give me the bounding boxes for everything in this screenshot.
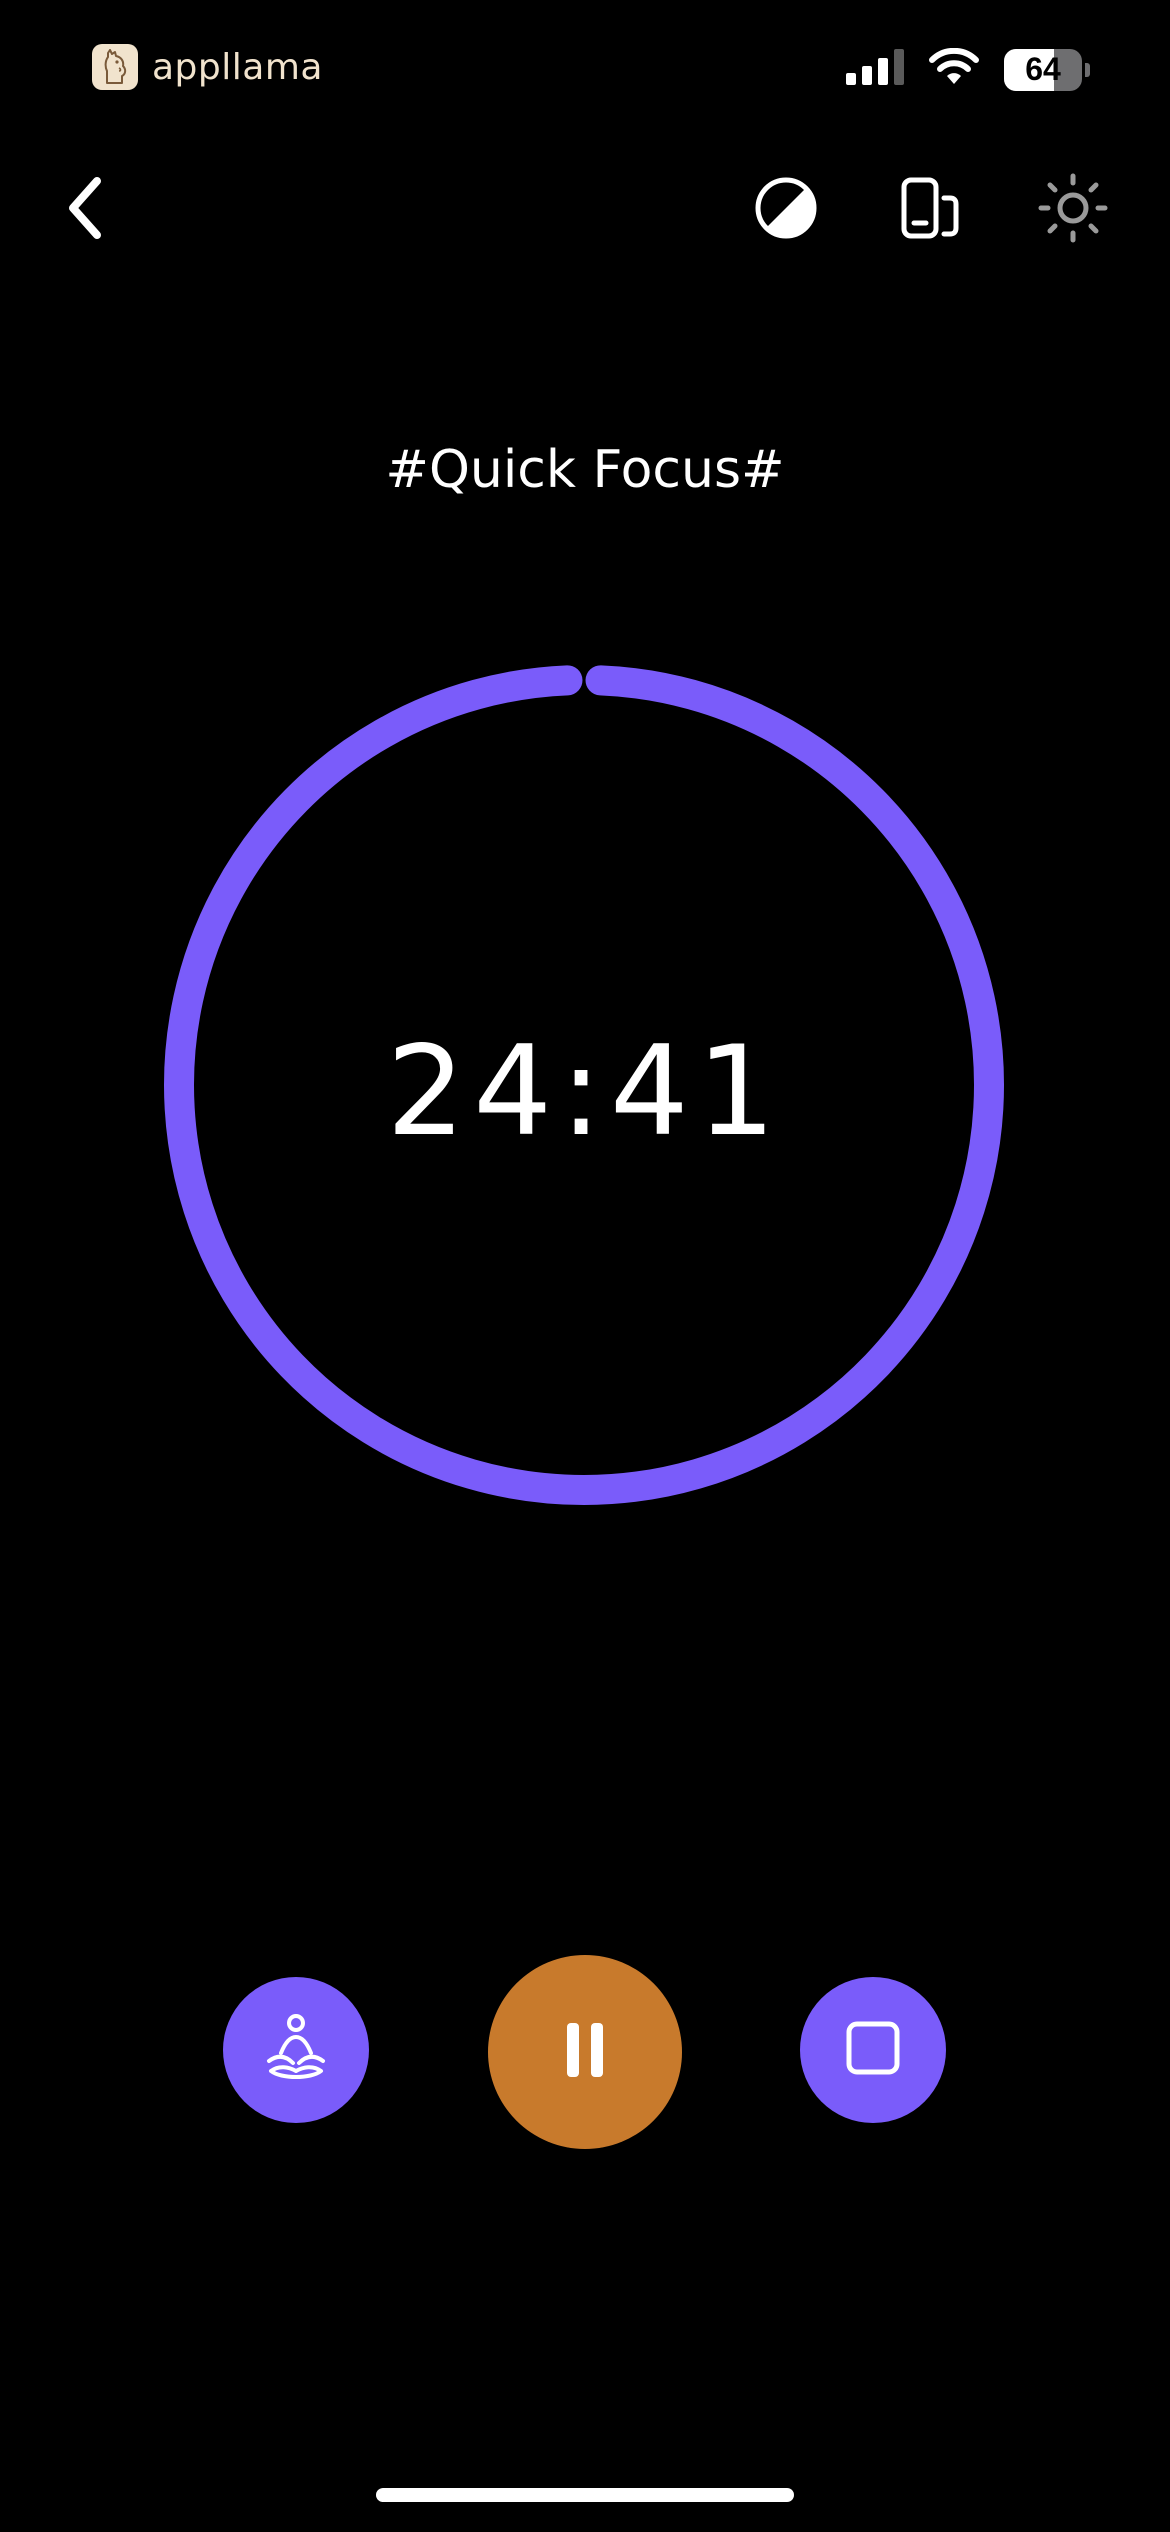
- contrast-toggle-button[interactable]: [746, 170, 826, 250]
- contrast-icon: [754, 176, 818, 245]
- brightness-button[interactable]: [1033, 170, 1113, 250]
- meditation-icon: [263, 2013, 329, 2088]
- wifi-icon: [928, 47, 980, 91]
- stop-icon: [845, 2020, 901, 2081]
- device-rotate-button[interactable]: [890, 170, 970, 250]
- battery-indicator: 64: [1004, 48, 1082, 91]
- device-rotate-icon: [898, 176, 962, 245]
- meditate-button[interactable]: [223, 1977, 369, 2123]
- battery-nub: [1085, 62, 1090, 77]
- brightness-icon: [1038, 173, 1108, 248]
- timer-controls: [0, 1955, 1170, 2150]
- back-button[interactable]: [46, 170, 126, 250]
- stop-button[interactable]: [800, 1977, 946, 2123]
- session-title: #Quick Focus#: [385, 440, 785, 500]
- cellular-signal-icon: [846, 49, 904, 90]
- battery-level: 64: [1025, 51, 1061, 87]
- status-bar: appllama 64: [0, 0, 1170, 150]
- status-indicators: 64: [846, 47, 1090, 91]
- pause-button[interactable]: [488, 1955, 682, 2149]
- brand: appllama: [92, 44, 323, 90]
- home-indicator[interactable]: [376, 2488, 794, 2502]
- chevron-left-icon: [61, 176, 111, 244]
- toolbar: [0, 170, 1170, 260]
- timer-display: 24:41: [386, 1020, 784, 1164]
- llama-logo-icon: [92, 44, 138, 90]
- pause-icon: [563, 2021, 607, 2084]
- brand-name: appllama: [152, 46, 323, 88]
